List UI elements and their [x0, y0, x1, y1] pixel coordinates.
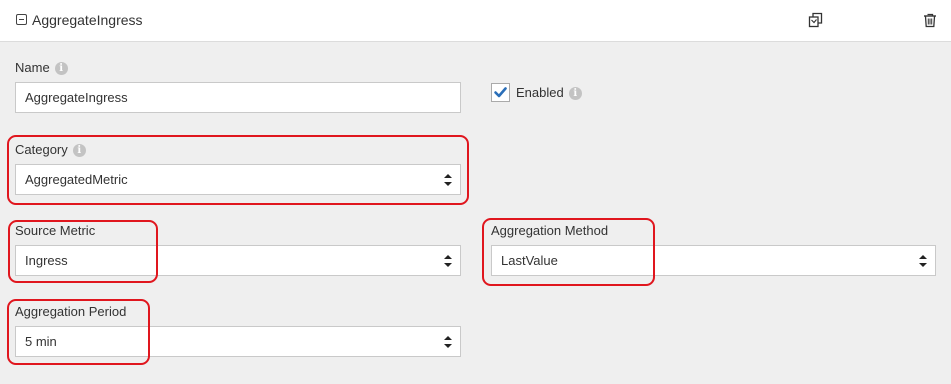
aggregation-method-value: LastValue [501, 253, 558, 268]
copy-icon[interactable] [808, 12, 824, 28]
source-metric-select[interactable]: Ingress [15, 245, 461, 276]
name-input[interactable] [15, 82, 461, 113]
aggregation-period-label: Aggregation Period [15, 304, 126, 319]
source-metric-label-text: Source Metric [15, 223, 96, 238]
select-arrows-icon [444, 255, 452, 267]
aggregation-period-label-text: Aggregation Period [15, 304, 127, 319]
aggregation-period-select[interactable]: 5 min [15, 326, 461, 357]
info-icon: i [568, 87, 582, 100]
select-arrows-icon [919, 255, 927, 267]
aggregation-period-value: 5 min [25, 334, 57, 349]
enabled-label-text: Enabled [516, 85, 564, 100]
select-arrows-icon [444, 174, 452, 186]
name-label: Name i [15, 60, 68, 75]
panel-title: AggregateIngress [32, 12, 143, 28]
trash-icon[interactable] [922, 12, 938, 28]
collapse-icon[interactable] [16, 14, 27, 25]
select-arrows-icon [444, 336, 452, 348]
enabled-checkbox[interactable] [491, 83, 510, 102]
panel-header: AggregateIngress [0, 0, 951, 42]
category-label: Category i [15, 142, 86, 157]
info-icon: i [72, 144, 86, 157]
enabled-label: Enabled i [516, 85, 582, 100]
category-select[interactable]: AggregatedMetric [15, 164, 461, 195]
aggregation-method-label: Aggregation Method [491, 223, 608, 238]
name-label-text: Name [15, 60, 50, 75]
source-metric-value: Ingress [25, 253, 68, 268]
info-icon: i [54, 62, 68, 75]
aggregation-method-select[interactable]: LastValue [491, 245, 936, 276]
aggregation-method-label-text: Aggregation Method [491, 223, 609, 238]
category-value: AggregatedMetric [25, 172, 128, 187]
category-label-text: Category [15, 142, 68, 157]
source-metric-label: Source Metric [15, 223, 95, 238]
